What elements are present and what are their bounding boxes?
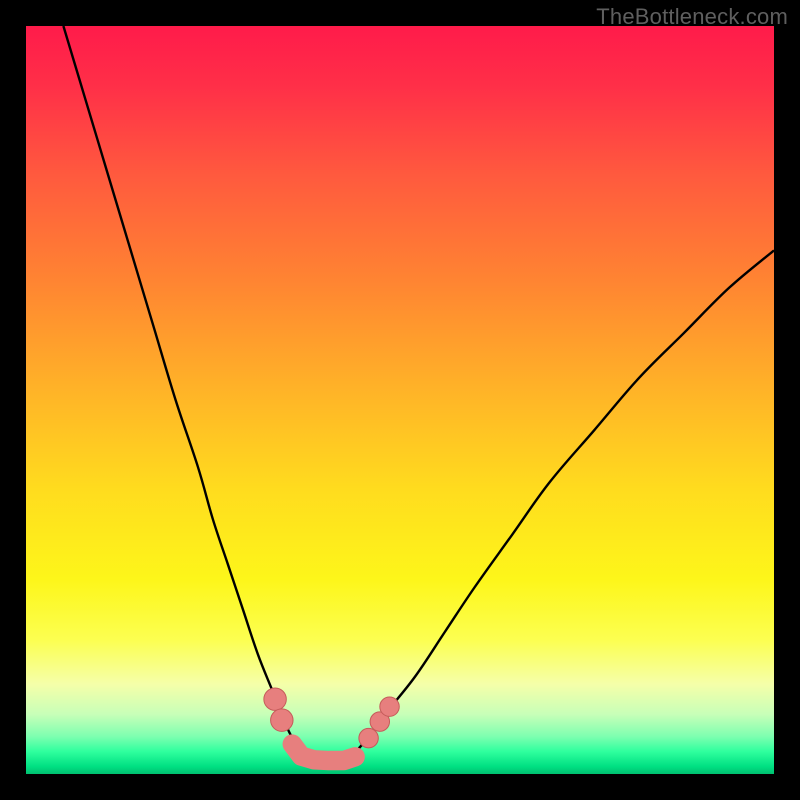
chart-frame	[26, 26, 774, 774]
curve-left	[63, 26, 310, 759]
data-point-marker	[271, 709, 293, 731]
curve-right	[348, 250, 774, 759]
watermark-text: TheBottleneck.com	[596, 4, 788, 30]
data-point-marker	[380, 697, 399, 716]
optimal-range-marker	[292, 744, 355, 760]
data-point-marker	[264, 688, 286, 710]
bottleneck-chart	[26, 26, 774, 774]
data-point-marker	[359, 728, 378, 747]
